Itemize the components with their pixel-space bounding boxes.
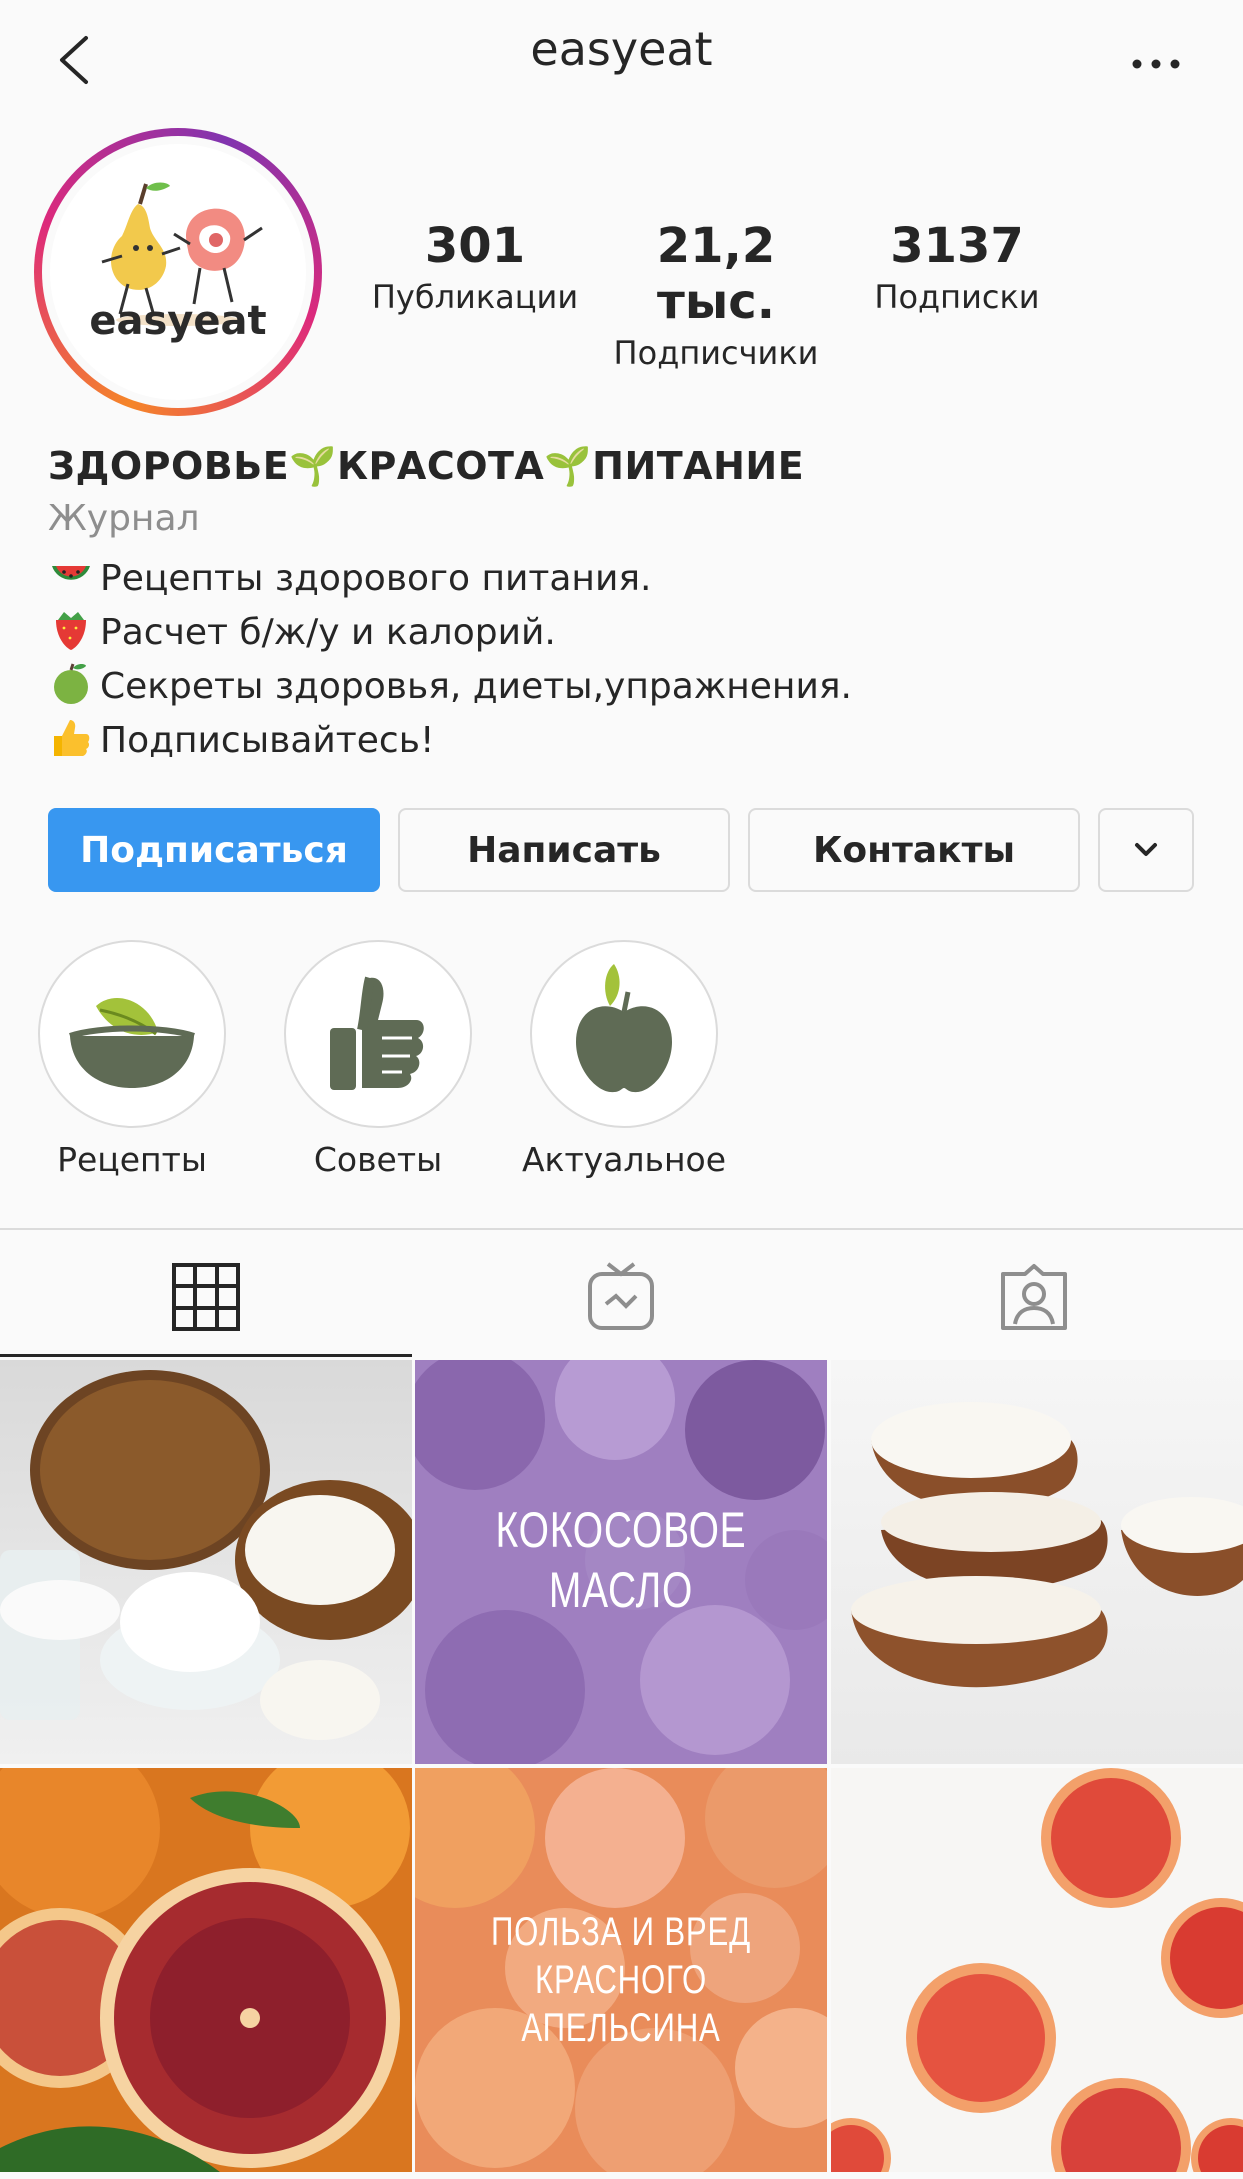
profile-username-title: easyeat xyxy=(530,22,713,76)
post-tile[interactable] xyxy=(831,1768,1243,2172)
stat-posts-label: Публикации xyxy=(371,278,579,316)
bio-line-text: Подписывайтесь! xyxy=(100,720,435,761)
bio-line: Расчет б/ж/у и калорий. xyxy=(48,606,556,653)
post-tile[interactable] xyxy=(0,1360,412,1764)
stat-followers[interactable]: 21,2 тыс. Подписчики xyxy=(596,218,836,372)
highlight-actual[interactable] xyxy=(530,940,718,1128)
highlight-label: Актуальное xyxy=(521,1140,727,1179)
stat-followers-label: Подписчики xyxy=(613,334,819,372)
post-caption-line: КОКОСОВОЕ xyxy=(495,1502,747,1558)
green-apple-icon xyxy=(54,663,88,704)
chevron-down-icon xyxy=(1135,843,1157,856)
stat-posts[interactable]: 301 Публикации xyxy=(360,218,590,316)
stat-following-count: 3137 xyxy=(890,218,1024,274)
blood-orange-photo-icon xyxy=(0,1768,410,2172)
thumbs-up-icon xyxy=(330,976,424,1090)
highlight-label: Советы xyxy=(313,1140,443,1179)
thumbs-up-icon xyxy=(54,720,90,756)
more-horizontal-icon[interactable] xyxy=(1121,40,1191,80)
post-caption-line: ПОЛЬЗА И ВРЕД xyxy=(490,1910,752,1954)
apple-icon xyxy=(576,964,672,1093)
bio-line-text: Рецепты здорового питания. xyxy=(100,558,652,599)
suggested-dropdown-button[interactable] xyxy=(1098,808,1194,892)
stat-following-label: Подписки xyxy=(874,278,1040,316)
contacts-button[interactable]: Контакты xyxy=(748,808,1080,892)
bio-line: Рецепты здорового питания. xyxy=(48,552,651,599)
bio-category: Журнал xyxy=(48,498,200,539)
coconut-photo-icon xyxy=(0,1370,412,1740)
bio-line-text: Расчет б/ж/у и калорий. xyxy=(100,612,556,653)
stat-posts-count: 301 xyxy=(424,218,526,274)
bio-line: Секреты здоровья, диеты,упражнения. xyxy=(48,660,852,707)
igtv-icon[interactable] xyxy=(586,1262,656,1332)
follow-button[interactable]: Подписаться xyxy=(48,808,380,892)
post-caption: ПОЛЬЗА И ВРЕД КРАСНОГО АПЕЛЬСИНА xyxy=(460,1908,781,2052)
coconut-halves-photo-icon xyxy=(851,1402,1243,1688)
tagged-user-icon[interactable] xyxy=(999,1262,1069,1332)
bio-line-text: Секреты здоровья, диеты,упражнения. xyxy=(100,666,852,707)
post-caption-line: МАСЛО xyxy=(548,1562,694,1618)
bio-title: ЗДОРОВЬЕ🌱КРАСОТА🌱ПИТАНИЕ xyxy=(48,444,805,488)
pear-and-steak-logo-icon xyxy=(101,182,263,326)
message-button[interactable]: Написать xyxy=(398,808,730,892)
orange-slices-photo-icon xyxy=(831,1768,1243,2172)
stat-followers-count: 21,2 тыс. xyxy=(656,218,776,330)
post-tile[interactable]: КОКОСОВОЕ МАСЛО xyxy=(415,1360,827,1764)
bowl-leaf-icon xyxy=(69,998,195,1088)
stat-following[interactable]: 3137 Подписки xyxy=(842,218,1072,316)
highlight-label: Рецепты xyxy=(57,1140,207,1179)
watermelon-icon xyxy=(52,566,90,580)
post-caption-line: КРАСНОГО АПЕЛЬСИНА xyxy=(521,1958,721,2050)
post-tile[interactable]: ПОЛЬЗА И ВРЕД КРАСНОГО АПЕЛЬСИНА xyxy=(415,1768,827,2172)
active-tab-indicator xyxy=(0,1354,412,1357)
post-tile[interactable] xyxy=(831,1360,1243,1764)
avatar[interactable] xyxy=(50,144,306,400)
avatar-brand-text: easyeat xyxy=(89,298,267,344)
grid-icon[interactable] xyxy=(171,1262,241,1332)
post-tile[interactable] xyxy=(0,1768,412,2172)
highlight-recipes[interactable] xyxy=(38,940,226,1128)
highlight-tips[interactable] xyxy=(284,940,472,1128)
bio-line: Подписывайтесь! xyxy=(48,714,434,761)
post-caption: КОКОСОВОЕ МАСЛО xyxy=(460,1500,781,1620)
strawberry-icon xyxy=(56,612,86,650)
